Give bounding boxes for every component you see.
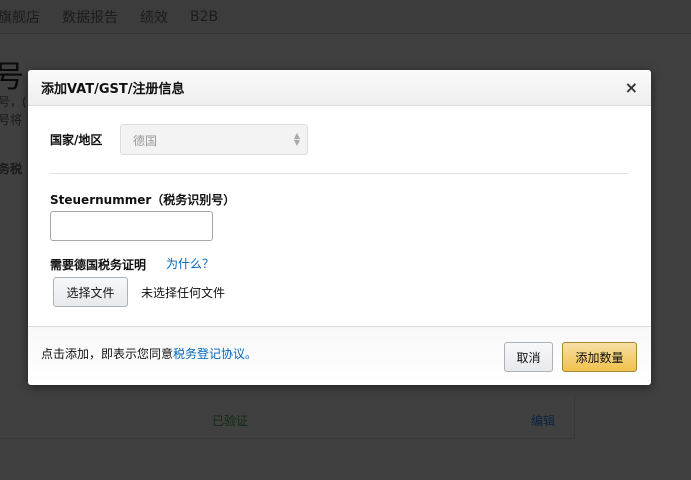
add-vat-modal: 添加VAT/GST/注册信息 × 国家/地区 德国 ▲ ▼ Steuernumme… (28, 70, 651, 385)
status-text: 已验证 (212, 414, 249, 428)
tax-number-label: Steuernummer（税务识别号） (50, 193, 236, 207)
add-button[interactable]: 添加数量 (562, 342, 637, 372)
country-select[interactable]: 德国 ▲ ▼ (120, 124, 308, 155)
close-icon[interactable]: × (625, 78, 638, 97)
country-value: 德国 (133, 134, 158, 148)
edit-link[interactable]: 编辑 (531, 412, 555, 429)
tax-number-input[interactable] (50, 211, 213, 241)
agreement-text: 点击添加，即表示您同意税务登记协议。 (41, 345, 257, 362)
sort-arrows-icon: ▲ ▼ (293, 131, 300, 147)
agreement-prefix: 点击添加，即表示您同意 (41, 347, 174, 361)
nav-item[interactable]: 绩效 (140, 7, 168, 27)
table-row: 已验证 编辑 (0, 395, 575, 439)
nav-item[interactable]: B2B (190, 9, 218, 25)
bg-text: 号将 (0, 113, 23, 127)
why-link[interactable]: 为什么？ (166, 255, 214, 272)
modal-title: 添加VAT/GST/注册信息 (41, 82, 185, 97)
page-title: 号 (0, 60, 24, 95)
bg-text: 务税 (0, 162, 23, 176)
certificate-label: 需要德国税务证明 (50, 258, 147, 272)
nav-item[interactable]: 数据报告 (62, 7, 118, 27)
nav-item[interactable]: 旗舰店 (0, 7, 40, 27)
choose-file-button[interactable]: 选择文件 (53, 277, 128, 307)
modal-header: 添加VAT/GST/注册信息 (28, 70, 651, 106)
country-label: 国家/地区 (50, 133, 103, 147)
top-nav: 旗舰店 数据报告 绩效 B2B (0, 0, 691, 34)
bg-text: 号，( (0, 95, 27, 109)
no-file-text: 未选择任何文件 (141, 286, 226, 300)
divider (50, 173, 628, 174)
modal-footer: 点击添加，即表示您同意税务登记协议。 取消 添加数量 (28, 326, 651, 385)
cancel-button[interactable]: 取消 (504, 342, 553, 372)
tax-agreement-link[interactable]: 税务登记协议。 (173, 347, 257, 361)
